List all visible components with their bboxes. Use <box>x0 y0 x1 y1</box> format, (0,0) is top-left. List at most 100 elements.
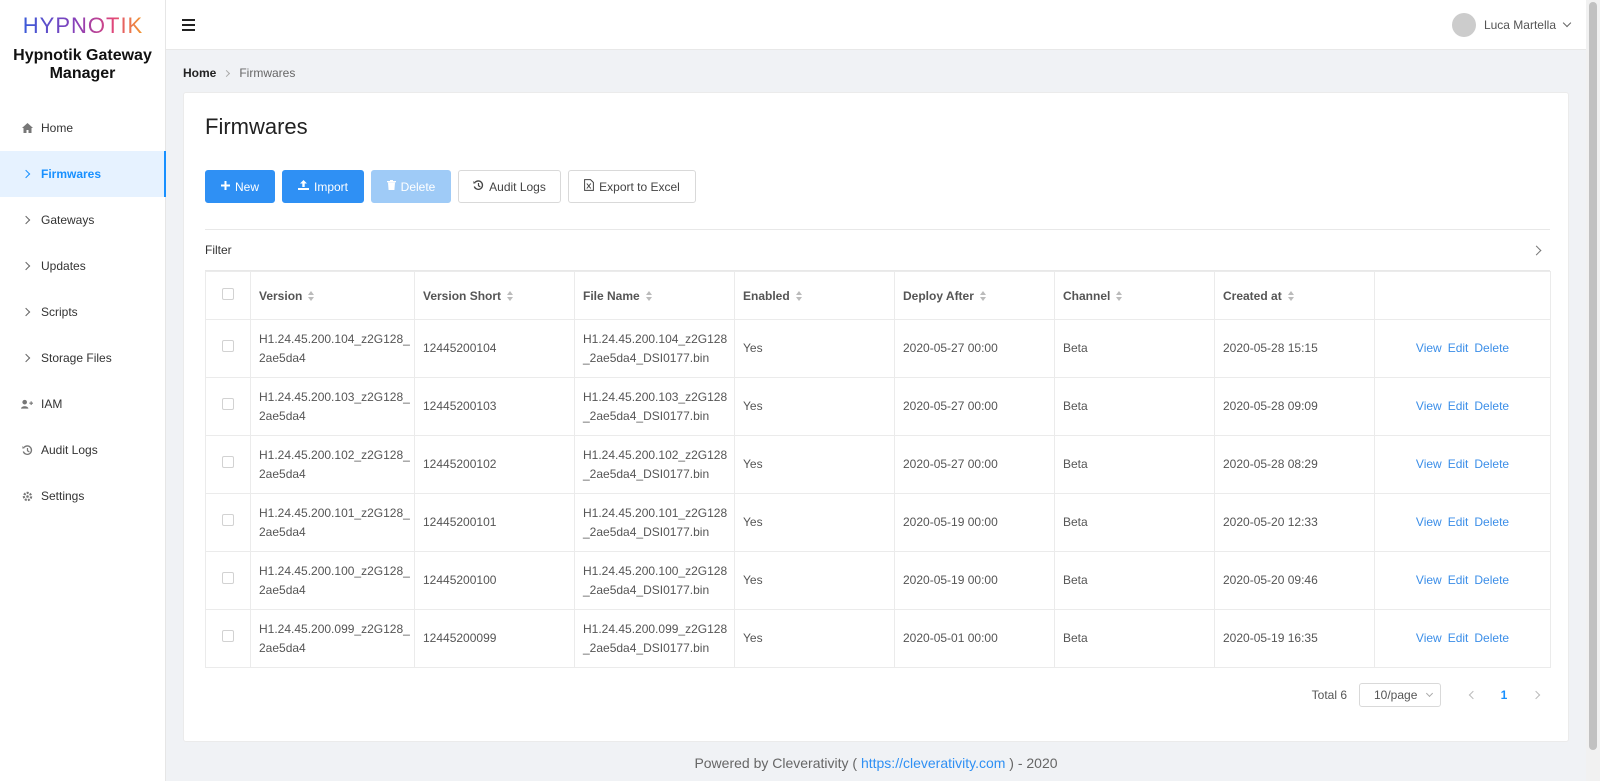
page-number[interactable]: 1 <box>1487 688 1521 702</box>
toolbar: New Import Delete Audit Logs Export to E… <box>205 170 696 203</box>
column-header-channel[interactable]: Channel <box>1054 271 1215 320</box>
cell-channel: Beta <box>1054 551 1215 610</box>
row-checkbox[interactable] <box>222 456 234 468</box>
export-excel-button[interactable]: Export to Excel <box>568 170 696 203</box>
delete-link[interactable]: Delete <box>1474 515 1509 529</box>
cell-deploy-after: 2020-05-27 00:00 <box>894 435 1055 494</box>
import-button[interactable]: Import <box>282 170 364 203</box>
sidebar-item-iam[interactable]: IAM <box>0 381 165 427</box>
users-icon <box>21 398 33 410</box>
sidebar-item-home[interactable]: Home <box>0 105 165 151</box>
breadcrumb-current: Firmwares <box>239 66 296 80</box>
avatar <box>1451 12 1476 37</box>
column-header-version[interactable]: Version <box>250 271 415 320</box>
delete-link[interactable]: Delete <box>1474 457 1509 471</box>
sidebar-item-audit-logs[interactable]: Audit Logs <box>0 427 165 473</box>
delete-link[interactable]: Delete <box>1474 573 1509 587</box>
sidebar: HYPNOTIK Hypnotik Gateway Manager Home F… <box>0 0 166 781</box>
trash-icon <box>386 180 396 193</box>
breadcrumb-home[interactable]: Home <box>183 66 216 80</box>
breadcrumb: Home Firmwares <box>183 66 295 80</box>
cell-actions: View Edit Delete <box>1374 435 1551 494</box>
edit-link[interactable]: Edit <box>1448 341 1469 355</box>
view-link[interactable]: View <box>1416 399 1442 413</box>
view-link[interactable]: View <box>1416 341 1442 355</box>
row-checkbox[interactable] <box>222 630 234 642</box>
sidebar-item-label: Firmwares <box>41 167 102 181</box>
edit-link[interactable]: Edit <box>1448 457 1469 471</box>
sort-icon[interactable] <box>507 291 514 302</box>
sort-icon[interactable] <box>795 291 802 302</box>
delete-link[interactable]: Delete <box>1474 631 1509 645</box>
new-button[interactable]: New <box>205 170 275 203</box>
select-all-checkbox[interactable] <box>222 288 234 300</box>
scrollbar-thumb[interactable] <box>1589 2 1597 750</box>
upload-icon <box>297 180 309 193</box>
column-header-created-at[interactable]: Created at <box>1214 271 1375 320</box>
view-link[interactable]: View <box>1416 457 1442 471</box>
cell-deploy-after: 2020-05-19 00:00 <box>894 493 1055 552</box>
row-checkbox[interactable] <box>222 340 234 352</box>
filter-toggle[interactable]: Filter <box>205 229 1550 271</box>
chevron-right-icon <box>21 352 33 364</box>
cell-enabled: Yes <box>734 493 895 552</box>
page-scrollbar[interactable] <box>1586 0 1600 781</box>
chevron-down-icon <box>1425 689 1434 698</box>
row-checkbox[interactable] <box>222 398 234 410</box>
cell-actions: View Edit Delete <box>1374 609 1551 668</box>
svg-text:HYPNOTIK: HYPNOTIK <box>22 13 142 37</box>
history-icon <box>473 179 484 194</box>
edit-link[interactable]: Edit <box>1448 573 1469 587</box>
sidebar-item-gateways[interactable]: Gateways <box>0 197 165 243</box>
table-row: H1.24.45.200.101_z2G128_ 2ae5da4 12445200… <box>205 493 1551 552</box>
cell-created-at: 2020-05-28 15:15 <box>1214 319 1375 378</box>
cell-created-at: 2020-05-28 08:29 <box>1214 435 1375 494</box>
cell-channel: Beta <box>1054 609 1215 668</box>
sidebar-item-scripts[interactable]: Scripts <box>0 289 165 335</box>
sidebar-item-label: Updates <box>41 259 86 273</box>
delete-link[interactable]: Delete <box>1474 341 1509 355</box>
user-menu[interactable]: Luca Martella <box>1451 12 1572 37</box>
sidebar-item-settings[interactable]: Settings <box>0 473 165 519</box>
chevron-right-icon <box>21 260 33 272</box>
cell-created-at: 2020-05-19 16:35 <box>1214 609 1375 668</box>
edit-link[interactable]: Edit <box>1448 631 1469 645</box>
menu-toggle-icon[interactable] <box>182 18 195 31</box>
edit-link[interactable]: Edit <box>1448 515 1469 529</box>
chevron-left-icon <box>1468 690 1477 700</box>
cell-enabled: Yes <box>734 609 895 668</box>
logo[interactable]: HYPNOTIK <box>0 0 165 44</box>
total-count: Total 6 <box>1311 688 1347 702</box>
sort-icon[interactable] <box>1116 291 1123 302</box>
column-header-file-name[interactable]: File Name <box>574 271 735 320</box>
delete-button[interactable]: Delete <box>371 170 451 203</box>
page-size-select[interactable]: 10/page <box>1359 683 1441 707</box>
view-link[interactable]: View <box>1416 631 1442 645</box>
cell-actions: View Edit Delete <box>1374 493 1551 552</box>
sidebar-nav: Home Firmwares Gateways Updates Scripts … <box>0 105 166 519</box>
row-checkbox[interactable] <box>222 572 234 584</box>
column-header-version-short[interactable]: Version Short <box>414 271 575 320</box>
sort-icon[interactable] <box>645 291 652 302</box>
cell-file-name: H1.24.45.200.103_z2G128 _2ae5da4_DSI0177.… <box>574 377 735 436</box>
sort-icon[interactable] <box>979 291 986 302</box>
next-page-button[interactable] <box>1523 683 1551 707</box>
audit-logs-button[interactable]: Audit Logs <box>458 170 561 203</box>
sidebar-item-label: IAM <box>41 397 63 411</box>
sidebar-item-firmwares[interactable]: Firmwares <box>0 151 166 197</box>
sort-icon[interactable] <box>1287 291 1294 302</box>
edit-link[interactable]: Edit <box>1448 399 1469 413</box>
sidebar-item-storage-files[interactable]: Storage Files <box>0 335 165 381</box>
sort-icon[interactable] <box>308 291 315 302</box>
home-icon <box>21 122 33 134</box>
column-header-enabled[interactable]: Enabled <box>734 271 895 320</box>
sidebar-item-updates[interactable]: Updates <box>0 243 165 289</box>
footer-link[interactable]: https://cleverativity.com <box>861 755 1005 771</box>
view-link[interactable]: View <box>1416 515 1442 529</box>
view-link[interactable]: View <box>1416 573 1442 587</box>
chevron-right-icon <box>21 214 33 226</box>
prev-page-button[interactable] <box>1457 683 1485 707</box>
delete-link[interactable]: Delete <box>1474 399 1509 413</box>
row-checkbox[interactable] <box>222 514 234 526</box>
column-header-deploy-after[interactable]: Deploy After <box>894 271 1055 320</box>
